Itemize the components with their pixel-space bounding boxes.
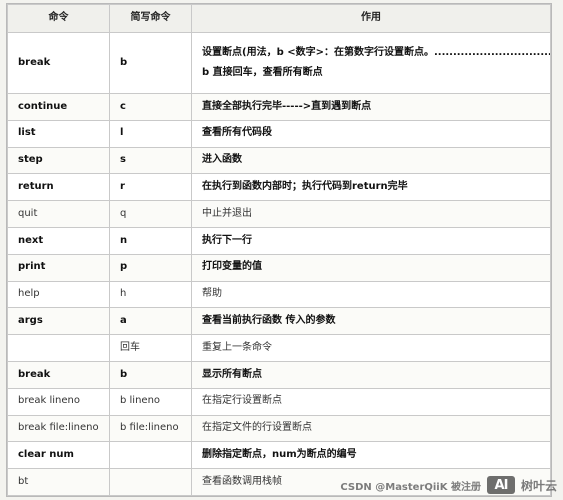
short-command-cell: q <box>109 200 192 228</box>
command-cell: help <box>7 280 110 309</box>
command-cell: break <box>7 32 110 94</box>
short-command-cell: a <box>109 307 192 336</box>
description-cell: 重复上一条命令 <box>191 334 551 362</box>
table-row: break b 显示所有断点 <box>7 360 551 389</box>
description-column-header: 作用 <box>191 4 551 33</box>
watermark-site-name: 树叶云 <box>520 478 557 493</box>
short-command-cell: l <box>109 119 192 148</box>
description-cell: 直接全部执行完毕----->直到遇到断点 <box>191 93 551 121</box>
short-command-cell <box>109 441 192 470</box>
table-row: args a 查看当前执行函数 传入的参数 <box>7 307 551 336</box>
short-command-cell: b lineno <box>109 387 192 416</box>
short-command-cell: 回车 <box>109 334 192 362</box>
table-row: help h 帮助 <box>7 280 551 309</box>
description-cell: 设置断点(用法，b <数字>：在第数字行设置断点。...............… <box>191 32 551 94</box>
short-command-cell: s <box>109 146 192 175</box>
table-row: quit q 中止并退出 <box>7 200 551 228</box>
description-cell: 删除指定断点，num为断点的编号 <box>191 441 551 470</box>
command-cell: args <box>7 307 110 336</box>
short-command-cell: b <box>109 32 192 94</box>
description-cell: 执行下一行 <box>191 226 551 255</box>
command-cell: break file:lineno <box>7 414 110 443</box>
description-cell: 在执行到函数内部时；执行代码到return完毕 <box>191 173 551 202</box>
table-row: step s 进入函数 <box>7 146 551 175</box>
command-cell: step <box>7 146 110 175</box>
command-cell: break lineno <box>7 387 110 416</box>
table-row: break b 设置断点(用法，b <数字>：在第数字行设置断点。.......… <box>7 32 551 94</box>
table-row: 回车 重复上一条命令 <box>7 334 551 362</box>
short-command-cell <box>109 468 192 496</box>
command-cell: list <box>7 119 110 148</box>
table-row: continue c 直接全部执行完毕----->直到遇到断点 <box>7 93 551 121</box>
table-row: print p 打印变量的值 <box>7 253 551 282</box>
short-command-cell: h <box>109 280 192 309</box>
table-row: clear num 删除指定断点，num为断点的编号 <box>7 441 551 470</box>
command-cell: print <box>7 253 110 282</box>
command-cell: quit <box>7 200 110 228</box>
table-row: next n 执行下一行 <box>7 226 551 255</box>
short-command-cell: c <box>109 93 192 121</box>
short-command-cell: b file:lineno <box>109 414 192 443</box>
table-row: list l 查看所有代码段 <box>7 119 551 148</box>
command-table: 命令 简写命令 作用 break b 设置断点(用法，b <数字>：在第数字行设… <box>7 4 551 496</box>
table-row: return r 在执行到函数内部时；执行代码到return完毕 <box>7 173 551 202</box>
table-header: 命令 简写命令 作用 <box>7 4 551 33</box>
description-cell: 中止并退出 <box>191 200 551 228</box>
table-row: break file:lineno b file:lineno 在指定文件的行设… <box>7 414 551 443</box>
command-cell: next <box>7 226 110 255</box>
description-cell: 查看当前执行函数 传入的参数 <box>191 307 551 336</box>
description-line: 设置断点(用法，b <数字>：在第数字行设置断点。...............… <box>202 47 551 58</box>
command-cell: clear num <box>7 441 110 470</box>
command-column-header: 命令 <box>7 4 110 33</box>
command-cell: bt <box>7 468 110 496</box>
watermark-text: CSDN @MasterQiiK 被注册 <box>340 481 481 493</box>
table-row: break lineno b lineno 在指定行设置断点 <box>7 387 551 416</box>
description-cell: 进入函数 <box>191 146 551 175</box>
table-body: break b 设置断点(用法，b <数字>：在第数字行设置断点。.......… <box>7 32 551 496</box>
short-command-cell: p <box>109 253 192 282</box>
ai-logo-icon: AI <box>486 476 515 494</box>
debugger-command-table: 命令 简写命令 作用 break b 设置断点(用法，b <数字>：在第数字行设… <box>6 3 552 497</box>
description-cell: 显示所有断点 <box>191 360 551 389</box>
description-line: b 直接回车，查看所有断点 <box>202 66 323 78</box>
description-cell: 帮助 <box>191 280 551 309</box>
description-cell: 在指定行设置断点 <box>191 387 551 416</box>
short-command-cell: b <box>109 360 192 389</box>
description-cell: 在指定文件的行设置断点 <box>191 414 551 443</box>
short-command-cell: n <box>109 226 192 255</box>
command-cell: break <box>7 360 110 389</box>
header-row: 命令 简写命令 作用 <box>7 4 551 33</box>
command-cell <box>7 334 110 362</box>
description-cell: 查看所有代码段 <box>191 119 551 148</box>
watermark: CSDN @MasterQiiK 被注册 AI 树叶云 <box>340 476 557 494</box>
description-cell: 打印变量的值 <box>191 253 551 282</box>
command-cell: return <box>7 173 110 202</box>
short-command-column-header: 简写命令 <box>109 4 192 33</box>
short-command-cell: r <box>109 173 192 202</box>
command-cell: continue <box>7 93 110 121</box>
